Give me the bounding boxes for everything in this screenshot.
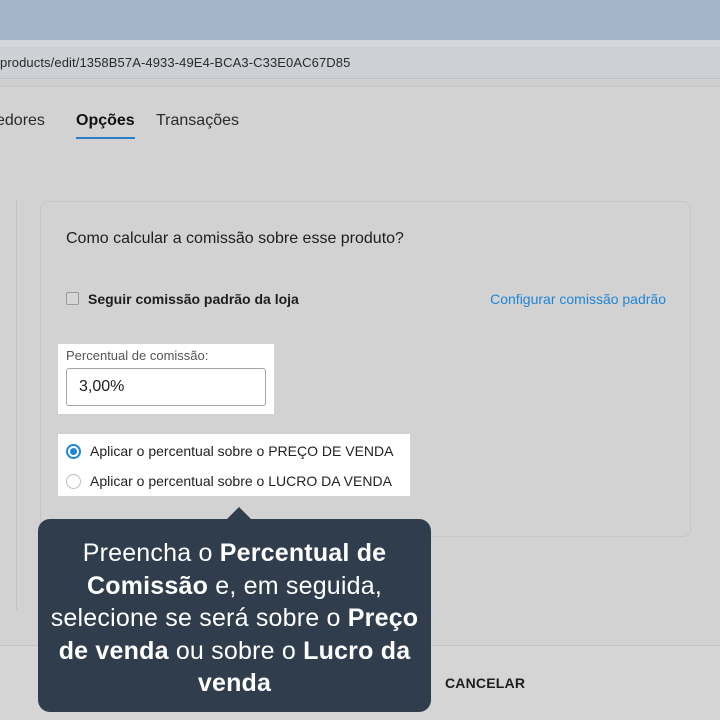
tab-fornecedores[interactable]: cedores [0,112,45,130]
browser-toolbar-edge [0,80,720,87]
radio-sale-profit[interactable] [66,474,81,489]
tutorial-tooltip: Preencha o Percentual de Comissão e, em … [38,507,431,712]
percent-label: Percentual de comissão: [66,348,208,363]
tab-label: cedores [0,112,45,129]
cancel-button[interactable]: CANCELAR [445,675,525,691]
browser-tab-strip [0,40,720,47]
percent-highlight: Percentual de comissão: [58,344,274,414]
percent-label-text: Percentual de comissão [66,348,205,363]
address-bar[interactable]: products/edit/1358B57A-4933-49E4-BCA3-C3… [0,47,720,79]
options-tabs: cedores Opções Transações [0,112,720,144]
os-title-bar [0,0,720,40]
tooltip-text-1: Preencha o [82,539,220,567]
option-sale-profit-label: Aplicar o percentual sobre o LUCRO DA VE… [90,473,392,489]
radio-sale-price[interactable] [66,444,81,459]
commission-title: Como calcular a comissão sobre esse prod… [66,230,404,247]
tab-label: Transações [156,112,239,129]
tooltip-text-3: ou sobre o [168,636,304,665]
percent-label-suffix: : [204,348,209,363]
tab-label: Opções [76,112,135,129]
tooltip-arrow [226,507,252,520]
option-sale-price-label: Aplicar o percentual sobre o PREÇO DE VE… [90,443,394,459]
configure-default-commission-link[interactable]: Configurar comissão padrão [490,291,666,307]
active-tab-indicator [76,137,135,139]
section-divider [16,200,17,610]
tab-transacoes[interactable]: Transações [156,112,239,130]
follow-default-label: Seguir comissão padrão da loja [88,291,299,307]
commission-percent-input[interactable] [66,368,266,406]
url-text[interactable]: products/edit/1358B57A-4933-49E4-BCA3-C3… [0,55,350,70]
apply-on-options: Aplicar o percentual sobre o PREÇO DE VE… [58,434,410,496]
follow-default-checkbox[interactable] [66,292,79,305]
tab-opcoes[interactable]: Opções [76,112,135,139]
